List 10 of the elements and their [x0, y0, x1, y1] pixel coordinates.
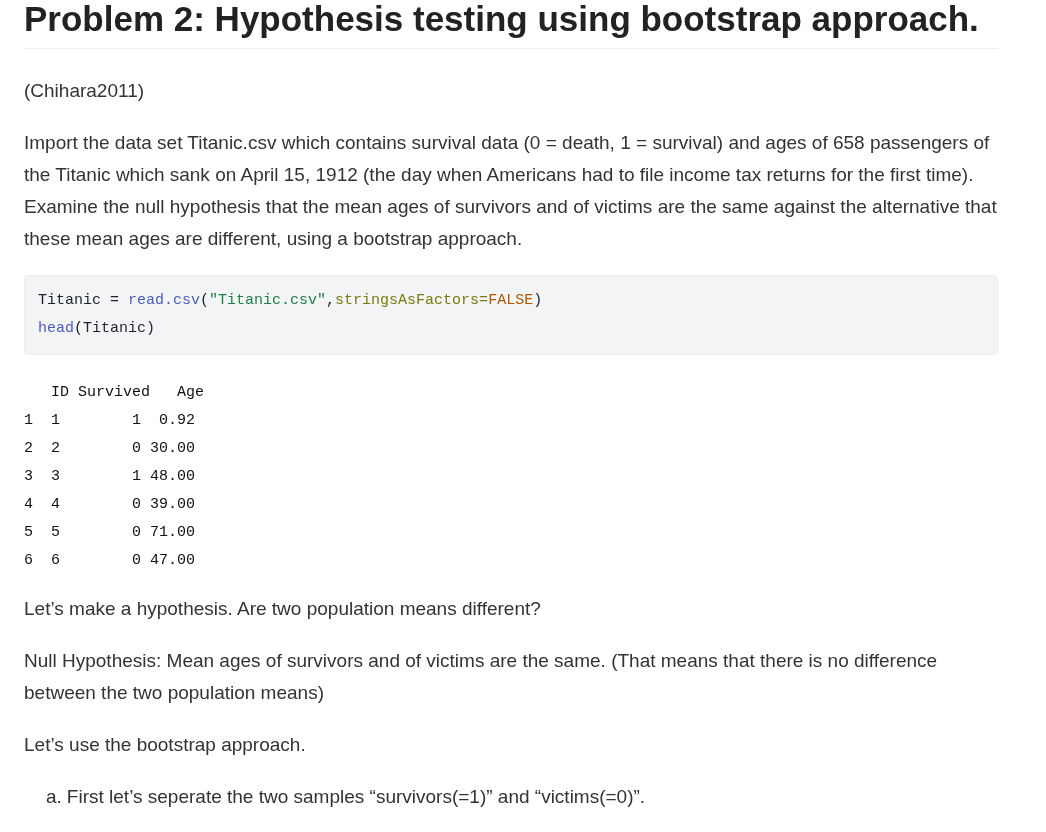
citation-text: (Chihara2011): [24, 79, 146, 103]
body-paragraph: Let’s make a hypothesis. Are two population means different?: [24, 597, 542, 621]
code-block: Titanic = read.csv("Titanic.csv",stringsAsFactors=FALSE) head(Titanic): [24, 275, 998, 355]
list-item-text: First let’s seperate the two samples “survivors(=1)” and “victims(=0)”.: [66, 785, 646, 809]
code-output: ID Survived Age 1 1 1 0.92 2 2 0 30.00 3 3 1 48.00 4 4 0 39.00 5 5 0 71.00 6 6 0 47.00: [24, 383, 206, 571]
body-paragraph: Null Hypothesis: Mean ages of survivors and of victims are the same. (That means that there is no difference between the two population means): [24, 649, 939, 705]
intro-paragraph: Import the data set Titanic.csv which contains survival data (0 = death, 1 = survival) and ages of 658 passengers of the Titanic which sank on April 15, 1912 (the day when Americans had to file income tax returns for the first time). Examine the null hypothesis that the mean ages of survivors and of victims are the same against the alternative that these mean ages are different, using a bootstrap approach.: [24, 131, 998, 251]
body-paragraph: Let’s use the bootstrap approach.: [24, 733, 307, 757]
list-marker: a.: [46, 785, 62, 809]
page-heading: Problem 2: Hypothesis testing using bootstrap approach.: [24, 0, 998, 49]
